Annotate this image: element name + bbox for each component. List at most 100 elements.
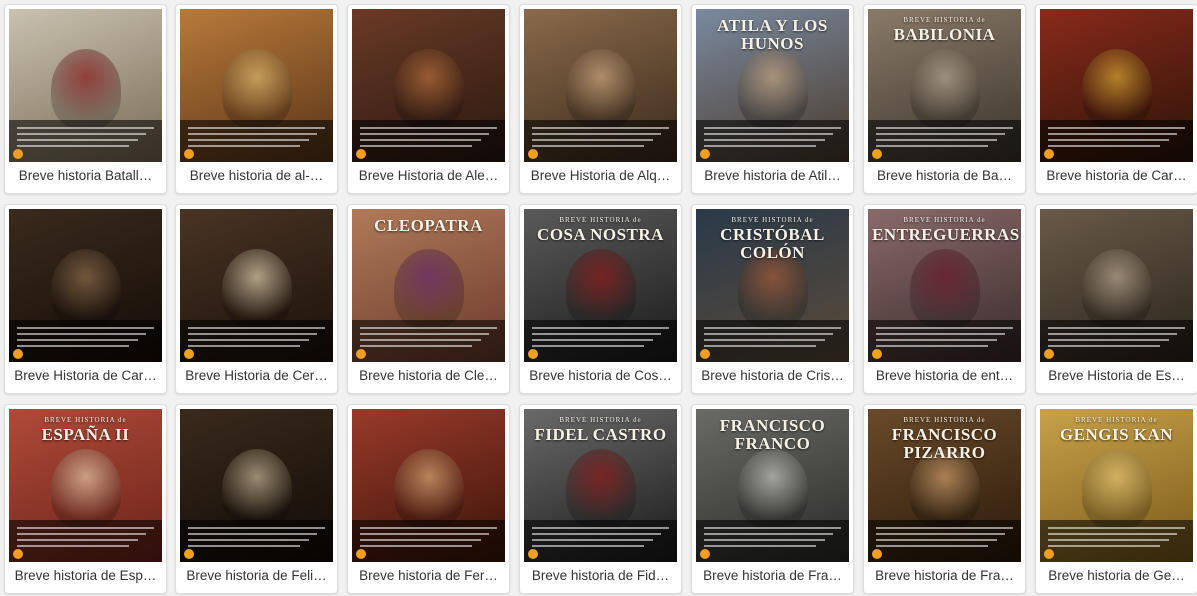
book-title-label[interactable]: Breve historia de Fer…: [352, 568, 505, 583]
synopsis-line: [876, 539, 997, 541]
cover-series-label: BREVE HISTORIA de: [903, 216, 986, 224]
book-card[interactable]: CLEOPATRA Breve historia de Cle…: [347, 204, 510, 394]
book-card[interactable]: Breve historia de Fer…: [347, 404, 510, 594]
book-cover-image[interactable]: [9, 209, 162, 362]
book-cover-image[interactable]: BREVE HISTORIA de ENTREGUERRAS: [868, 209, 1021, 362]
book-cover-image[interactable]: [180, 409, 333, 562]
book-title-label[interactable]: Breve historia de al-…: [180, 168, 333, 183]
book-title-label[interactable]: Breve Historia de Alq…: [524, 168, 677, 183]
book-cover-image[interactable]: [524, 9, 677, 162]
book-card[interactable]: BREVE HISTORIA de ESPAÑA II Breve historia…: [4, 404, 167, 594]
book-cover-image[interactable]: BREVE HISTORIA de CRISTÓBAL COLÓN: [696, 209, 849, 362]
book-card[interactable]: Breve historia de Feli…: [175, 404, 338, 594]
book-title-label[interactable]: Breve historia de ent…: [868, 368, 1021, 383]
book-card[interactable]: Breve Historia de Cer…: [175, 204, 338, 394]
synopsis-line: [876, 545, 989, 547]
book-card[interactable]: BREVE HISTORIA de COSA NOSTRA Breve histor…: [519, 204, 682, 394]
synopsis-text-lines: [17, 527, 154, 551]
book-cover-image[interactable]: BREVE HISTORIA de BABILONIA: [868, 9, 1021, 162]
book-title-label[interactable]: Breve historia de Feli…: [180, 568, 333, 583]
synopsis-text-lines: [532, 527, 669, 551]
book-cover-image[interactable]: BREVE HISTORIA de COSA NOSTRA: [524, 209, 677, 362]
cover-title: BREVE HISTORIA de FIDEL CASTRO: [524, 416, 677, 444]
book-card[interactable]: Breve historia Batall…: [4, 4, 167, 194]
synopsis-line: [188, 533, 317, 535]
synopsis-line: [17, 133, 146, 135]
book-card[interactable]: BREVE HISTORIA de FRANCISCO PIZARRO Breve …: [863, 404, 1026, 594]
book-card[interactable]: Breve historia de Car…: [1035, 4, 1197, 194]
book-title-label[interactable]: Breve Historia de Ale…: [352, 168, 505, 183]
book-card[interactable]: Breve Historia de Alq…: [519, 4, 682, 194]
book-title-label[interactable]: Breve historia de Cle…: [352, 368, 505, 383]
cover-title: BREVE HISTORIA de COSA NOSTRA: [524, 216, 677, 245]
book-card[interactable]: FRANCISCO FRANCO Breve historia de Fra…: [691, 404, 854, 594]
book-title-label[interactable]: Breve historia de Esp…: [9, 568, 162, 583]
cover-synopsis-band: [180, 120, 333, 162]
book-title-label[interactable]: Breve historia de Atil…: [696, 168, 849, 183]
synopsis-line: [360, 345, 473, 347]
book-card[interactable]: Breve Historia de Ale…: [347, 4, 510, 194]
book-card[interactable]: BREVE HISTORIA de CRISTÓBAL COLÓN Breve hi…: [691, 204, 854, 394]
cover-title-text: COSA NOSTRA: [537, 225, 664, 245]
synopsis-line: [1048, 139, 1169, 141]
book-title-label[interactable]: Breve historia de Ba…: [868, 168, 1021, 183]
cover-title: CLEOPATRA: [352, 217, 505, 235]
book-cover-image[interactable]: FRANCISCO FRANCO: [696, 409, 849, 562]
book-cover-image[interactable]: [1040, 9, 1193, 162]
book-card[interactable]: ATILA Y LOS HUNOS Breve historia de Atil…: [691, 4, 854, 194]
synopsis-line: [532, 133, 661, 135]
book-title-label[interactable]: Breve historia de Car…: [1040, 168, 1193, 183]
book-cover-image[interactable]: CLEOPATRA: [352, 209, 505, 362]
book-title-label[interactable]: Breve historia de Fra…: [868, 568, 1021, 583]
synopsis-text-lines: [876, 127, 1013, 151]
cover-figure: [394, 249, 464, 329]
publisher-logo-icon: [528, 549, 538, 559]
publisher-logo-icon: [13, 549, 23, 559]
book-cover-image[interactable]: BREVE HISTORIA de FRANCISCO PIZARRO: [868, 409, 1021, 562]
cover-series-label: BREVE HISTORIA de: [559, 416, 642, 424]
book-title-label[interactable]: Breve historia de Ge…: [1040, 568, 1193, 583]
book-cover-image[interactable]: BREVE HISTORIA de ESPAÑA II: [9, 409, 162, 562]
book-title-label[interactable]: Breve historia de Fid…: [524, 568, 677, 583]
cover-title: BREVE HISTORIA de FRANCISCO PIZARRO: [868, 416, 1021, 462]
book-card[interactable]: BREVE HISTORIA de ENTREGUERRAS Breve histo…: [863, 204, 1026, 394]
synopsis-text-lines: [17, 327, 154, 351]
synopsis-line: [188, 539, 309, 541]
synopsis-line: [532, 139, 653, 141]
publisher-logo-icon: [184, 549, 194, 559]
book-title-label[interactable]: Breve Historia de Cer…: [180, 368, 333, 383]
synopsis-line: [188, 145, 301, 147]
book-card[interactable]: BREVE HISTORIA de BABILONIA Breve historia…: [863, 4, 1026, 194]
publisher-logo-icon: [700, 349, 710, 359]
synopsis-line: [1048, 545, 1161, 547]
book-card[interactable]: BREVE HISTORIA de GENGIS KAN Breve histori…: [1035, 404, 1197, 594]
publisher-logo-icon: [356, 149, 366, 159]
book-cover-image[interactable]: [180, 9, 333, 162]
cover-synopsis-band: [352, 320, 505, 362]
book-cover-image[interactable]: [1040, 209, 1193, 362]
synopsis-line: [360, 127, 497, 129]
book-title-label[interactable]: Breve historia de Cris…: [696, 368, 849, 383]
synopsis-line: [532, 127, 669, 129]
book-card[interactable]: Breve Historia de Car…: [4, 204, 167, 394]
book-cover-image[interactable]: [352, 9, 505, 162]
synopsis-line: [188, 339, 309, 341]
book-cover-image[interactable]: [352, 409, 505, 562]
book-title-label[interactable]: Breve historia Batall…: [9, 168, 162, 183]
cover-series-label: BREVE HISTORIA de: [1075, 416, 1158, 424]
book-cover-image[interactable]: [9, 9, 162, 162]
synopsis-line: [532, 333, 661, 335]
book-cover-image[interactable]: BREVE HISTORIA de GENGIS KAN: [1040, 409, 1193, 562]
book-card[interactable]: Breve Historia de Es…: [1035, 204, 1197, 394]
book-cover-image[interactable]: ATILA Y LOS HUNOS: [696, 9, 849, 162]
book-cover-image[interactable]: [180, 209, 333, 362]
book-title-label[interactable]: Breve Historia de Es…: [1040, 368, 1193, 383]
book-card[interactable]: BREVE HISTORIA de FIDEL CASTRO Breve histo…: [519, 404, 682, 594]
book-title-label[interactable]: Breve historia de Fra…: [696, 568, 849, 583]
book-title-label[interactable]: Breve historia de Cos…: [524, 368, 677, 383]
book-cover-image[interactable]: BREVE HISTORIA de FIDEL CASTRO: [524, 409, 677, 562]
synopsis-line: [1048, 533, 1177, 535]
book-card[interactable]: Breve historia de al-…: [175, 4, 338, 194]
book-title-label[interactable]: Breve Historia de Car…: [9, 368, 162, 383]
synopsis-line: [704, 345, 817, 347]
